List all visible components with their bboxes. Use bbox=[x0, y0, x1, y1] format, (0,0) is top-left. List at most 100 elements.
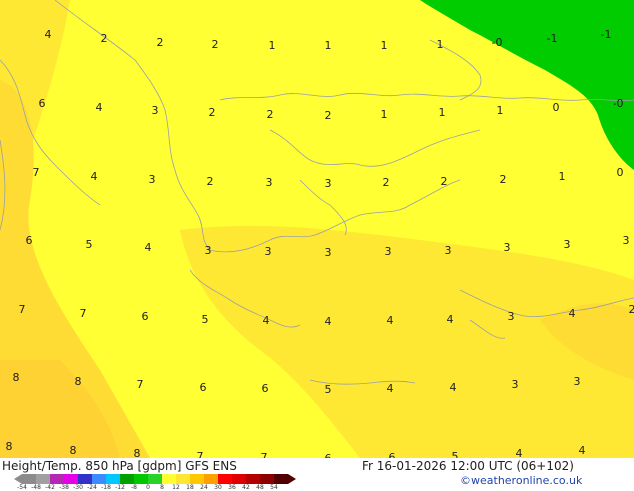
scale-cell bbox=[134, 474, 148, 484]
temperature-label: 6 bbox=[26, 234, 33, 247]
temperature-label: 2 bbox=[267, 108, 274, 121]
temperature-label: 4 bbox=[447, 313, 454, 326]
temperature-label: 3 bbox=[508, 310, 515, 323]
temperature-label: 8 bbox=[75, 375, 82, 388]
temperature-label: 4 bbox=[96, 101, 103, 114]
scale-tick-label: -30 bbox=[73, 485, 83, 491]
temperature-label: -1 bbox=[547, 32, 558, 45]
scale-cell bbox=[78, 474, 92, 484]
temperature-label: 8 bbox=[6, 440, 13, 453]
scale-cell bbox=[190, 474, 204, 484]
temperature-label: 8 bbox=[13, 371, 20, 384]
temperature-label: 6 bbox=[200, 381, 207, 394]
temperature-label: 3 bbox=[325, 177, 332, 190]
scale-cell bbox=[176, 474, 190, 484]
temperature-label: 4 bbox=[45, 28, 52, 41]
scale-tick-label: -54 bbox=[17, 485, 27, 491]
temperature-label: 7 bbox=[33, 166, 40, 179]
temperature-label: 1 bbox=[559, 170, 566, 183]
temperature-label: 6 bbox=[389, 451, 396, 458]
temperature-label: 1 bbox=[437, 38, 444, 51]
scale-tick-label: -48 bbox=[31, 485, 41, 491]
scale-tick-label: -38 bbox=[59, 485, 69, 491]
scale-tick-label: 8 bbox=[160, 485, 164, 491]
temperature-label: 3 bbox=[205, 244, 212, 257]
weather-map-figure: 42221111-0-1-16432221110-074323322210654… bbox=[0, 0, 634, 490]
scale-tick-label: 30 bbox=[214, 485, 222, 491]
scale-cell bbox=[218, 474, 232, 484]
temperature-label: 1 bbox=[497, 104, 504, 117]
credit-link[interactable]: ©weatheronline.co.uk bbox=[460, 475, 582, 486]
temperature-label: -0 bbox=[613, 97, 624, 110]
scale-cell bbox=[120, 474, 134, 484]
temperature-label: 3 bbox=[504, 241, 511, 254]
temperature-label: 3 bbox=[385, 245, 392, 258]
temperature-label: 2 bbox=[212, 38, 219, 51]
temperature-label: 4 bbox=[569, 307, 576, 320]
scale-tick-label: 54 bbox=[270, 485, 278, 491]
scale-cell bbox=[106, 474, 120, 484]
scale-tick-label: -12 bbox=[115, 485, 125, 491]
temperature-label: 0 bbox=[617, 166, 624, 179]
temperature-label: 2 bbox=[101, 32, 108, 45]
scale-tick-label: 48 bbox=[256, 485, 264, 491]
temperature-label: 3 bbox=[325, 246, 332, 259]
temperature-label: 4 bbox=[325, 315, 332, 328]
temperature-label: 1 bbox=[269, 39, 276, 52]
scale-cell bbox=[50, 474, 64, 484]
temperature-label: 4 bbox=[450, 381, 457, 394]
temperature-label: -0 bbox=[492, 36, 503, 49]
scale-tick-label: 24 bbox=[200, 485, 208, 491]
temperature-label: 7 bbox=[137, 378, 144, 391]
scale-left-arrow bbox=[14, 474, 22, 484]
scale-cell bbox=[22, 474, 36, 484]
scale-tick-label: 36 bbox=[228, 485, 236, 491]
temperature-label: 4 bbox=[516, 447, 523, 458]
temperature-label: 7 bbox=[261, 451, 268, 458]
temperature-label: 4 bbox=[387, 382, 394, 395]
temperature-label: 3 bbox=[152, 104, 159, 117]
valid-time: Fr 16-01-2026 12:00 UTC (06+102) bbox=[362, 460, 574, 472]
temperature-label: 3 bbox=[623, 234, 630, 247]
scale-cell bbox=[274, 474, 288, 484]
temperature-label: 2 bbox=[383, 176, 390, 189]
scale-tick-label: -18 bbox=[101, 485, 111, 491]
scale-cell bbox=[204, 474, 218, 484]
temperature-label: 6 bbox=[39, 97, 46, 110]
temperature-label: 7 bbox=[19, 303, 26, 316]
temperature-label: 6 bbox=[262, 382, 269, 395]
scale-cell bbox=[246, 474, 260, 484]
scale-tick-label: 42 bbox=[242, 485, 250, 491]
temperature-label: 1 bbox=[381, 108, 388, 121]
temperature-label: 7 bbox=[80, 307, 87, 320]
temperature-label: 7 bbox=[197, 450, 204, 458]
temperature-label: 1 bbox=[381, 39, 388, 52]
scale-tick-label: -24 bbox=[87, 485, 97, 491]
temperature-label: 3 bbox=[445, 244, 452, 257]
temperature-label: 3 bbox=[265, 245, 272, 258]
scale-cell bbox=[36, 474, 50, 484]
temperature-label: 4 bbox=[263, 314, 270, 327]
scale-cells bbox=[22, 474, 288, 484]
temperature-label: 3 bbox=[574, 375, 581, 388]
temperature-label: 5 bbox=[452, 450, 459, 458]
temperature-label: 8 bbox=[70, 444, 77, 457]
temperature-label: 3 bbox=[149, 173, 156, 186]
scale-cell bbox=[92, 474, 106, 484]
color-scale-bar bbox=[14, 474, 314, 484]
scale-tick-label: 18 bbox=[186, 485, 194, 491]
scale-cell bbox=[162, 474, 176, 484]
temperature-label: 4 bbox=[145, 241, 152, 254]
temperature-label: 2 bbox=[207, 175, 214, 188]
temperature-label: 6 bbox=[142, 310, 149, 323]
temperature-label: 4 bbox=[387, 314, 394, 327]
scale-cell bbox=[148, 474, 162, 484]
temperature-label: 5 bbox=[325, 383, 332, 396]
scale-tick-label: -8 bbox=[131, 485, 137, 491]
temperature-label: 2 bbox=[629, 303, 634, 316]
temperature-label: 4 bbox=[91, 170, 98, 183]
temperature-label: 4 bbox=[579, 444, 586, 457]
temperature-label: 0 bbox=[553, 101, 560, 114]
scale-tick-label: 12 bbox=[172, 485, 180, 491]
temperature-label: 8 bbox=[134, 447, 141, 458]
